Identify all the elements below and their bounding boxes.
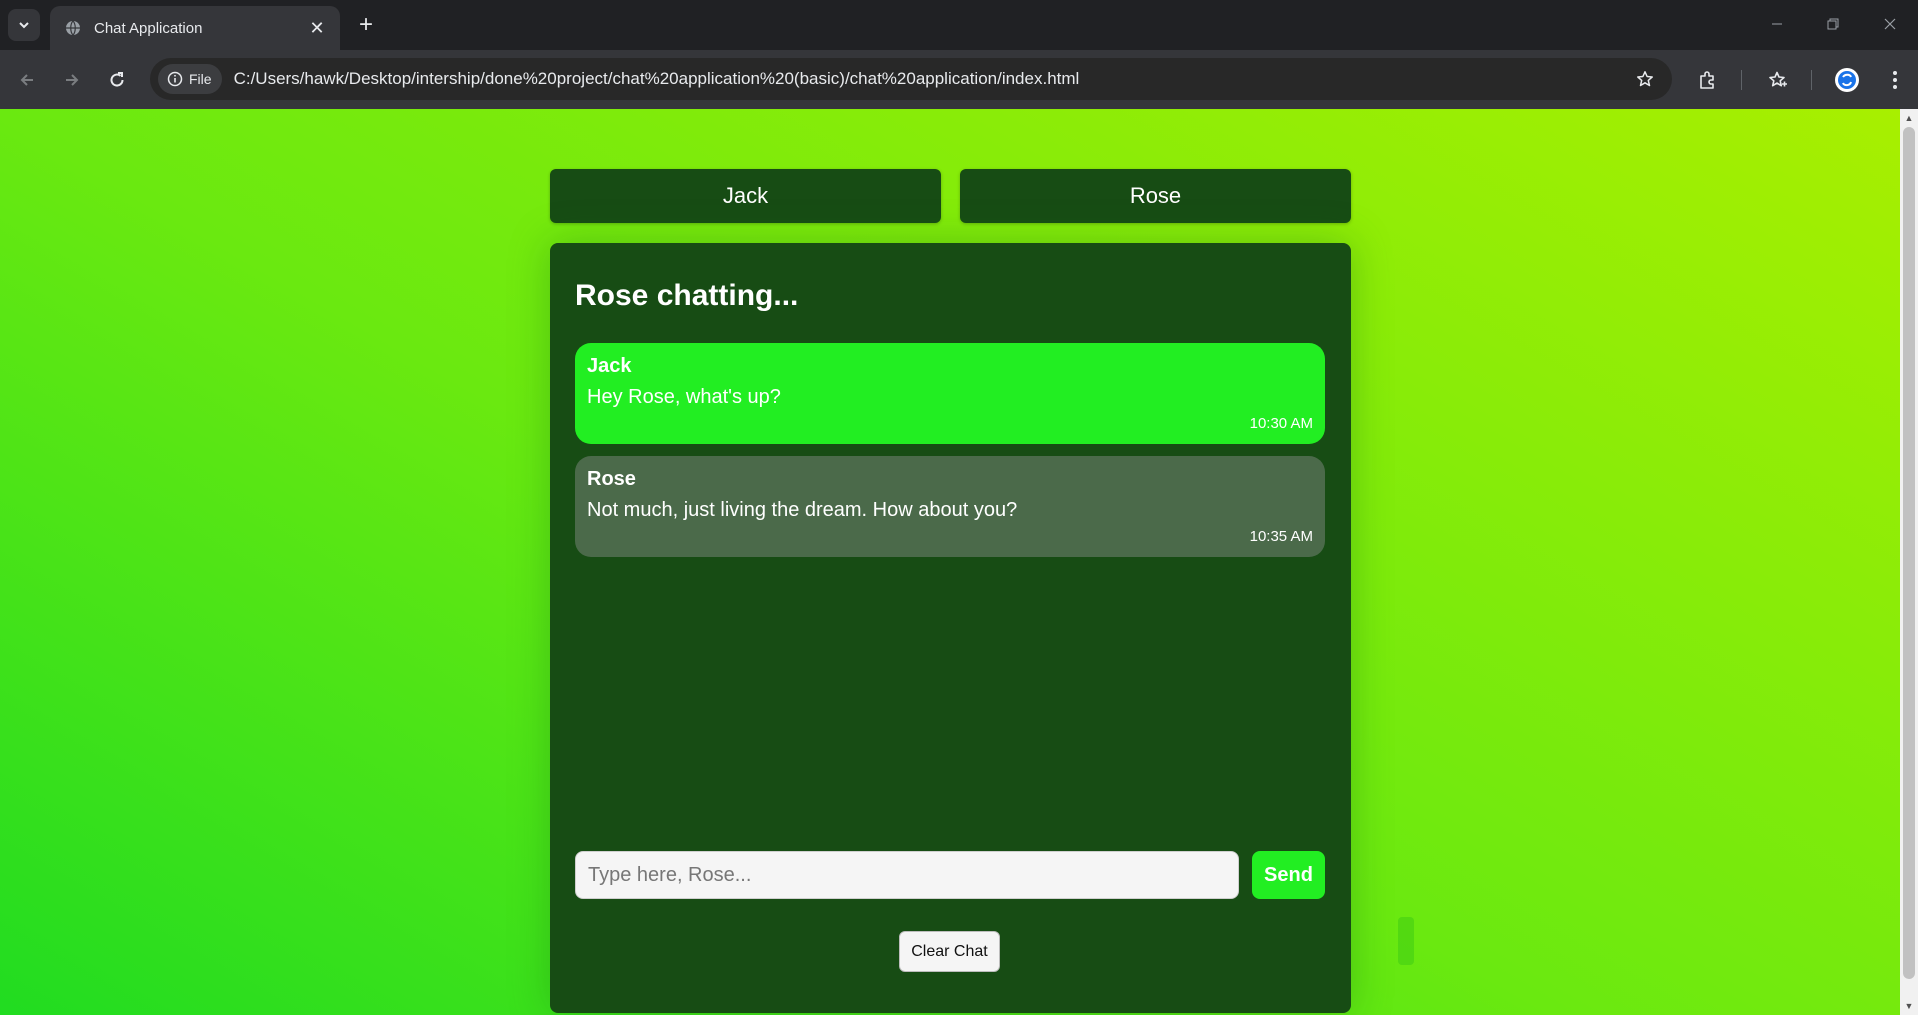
globe-icon	[64, 19, 82, 37]
message-input[interactable]	[575, 851, 1239, 899]
reload-icon[interactable]	[101, 64, 133, 96]
message-timestamp: 10:30 AM	[1249, 415, 1313, 432]
background-artifact	[1398, 917, 1414, 965]
browser-tab-bar: Chat Application ✕ +	[0, 0, 1918, 50]
browser-tab[interactable]: Chat Application ✕	[50, 6, 340, 50]
message-sender: Jack	[587, 355, 632, 377]
clear-chat-button[interactable]: Clear Chat	[899, 931, 1000, 972]
url-text[interactable]: C:/Users/hawk/Desktop/intership/done%20p…	[234, 69, 1636, 89]
scroll-down-arrow-icon[interactable]: ▼	[1900, 998, 1918, 1014]
toolbar-divider	[1741, 70, 1742, 90]
select-jack-button[interactable]: Jack	[550, 169, 941, 223]
message-sender: Rose	[587, 468, 636, 490]
site-chip-label: File	[189, 71, 212, 87]
message-bubble-jack: Jack Hey Rose, what's up? 10:30 AM	[575, 343, 1325, 444]
tab-title: Chat Application	[94, 19, 203, 37]
scroll-up-arrow-icon[interactable]: ▲	[1900, 110, 1918, 126]
restore-icon[interactable]	[1813, 8, 1853, 40]
chevron-down-icon	[19, 22, 29, 29]
kebab-menu-icon[interactable]	[1879, 64, 1911, 96]
bookmarks-star-icon[interactable]	[1762, 64, 1794, 96]
info-icon	[167, 71, 183, 87]
browser-toolbar: File C:/Users/hawk/Desktop/intership/don…	[0, 50, 1918, 109]
close-tab-icon[interactable]: ✕	[306, 17, 328, 39]
bookmark-star-icon[interactable]	[1636, 70, 1654, 88]
forward-arrow-icon[interactable]	[56, 64, 88, 96]
address-bar[interactable]: File C:/Users/hawk/Desktop/intership/don…	[150, 58, 1672, 100]
site-info-chip[interactable]: File	[158, 64, 222, 94]
minimize-icon[interactable]	[1757, 8, 1797, 40]
message-text: Hey Rose, what's up?	[587, 386, 781, 408]
profile-avatar-icon[interactable]	[1831, 64, 1863, 96]
extensions-puzzle-icon[interactable]	[1692, 64, 1724, 96]
tab-search-button[interactable]	[8, 9, 40, 41]
send-button[interactable]: Send	[1252, 851, 1325, 899]
back-arrow-icon[interactable]	[11, 64, 43, 96]
select-rose-button[interactable]: Rose	[960, 169, 1351, 223]
new-tab-button[interactable]: +	[352, 11, 380, 39]
message-text: Not much, just living the dream. How abo…	[587, 499, 1018, 521]
page-scrollbar[interactable]: ▲ ▼	[1900, 109, 1918, 1015]
close-window-icon[interactable]	[1870, 8, 1910, 40]
message-bubble-rose: Rose Not much, just living the dream. Ho…	[575, 456, 1325, 557]
page-viewport: Jack Rose Rose chatting... Jack Hey Rose…	[0, 109, 1900, 1015]
toolbar-divider	[1811, 70, 1812, 90]
message-timestamp: 10:35 AM	[1249, 528, 1313, 545]
chat-panel: Rose chatting... Jack Hey Rose, what's u…	[550, 243, 1351, 1013]
scrollbar-thumb[interactable]	[1903, 127, 1915, 979]
chat-header-title: Rose chatting...	[575, 279, 799, 312]
